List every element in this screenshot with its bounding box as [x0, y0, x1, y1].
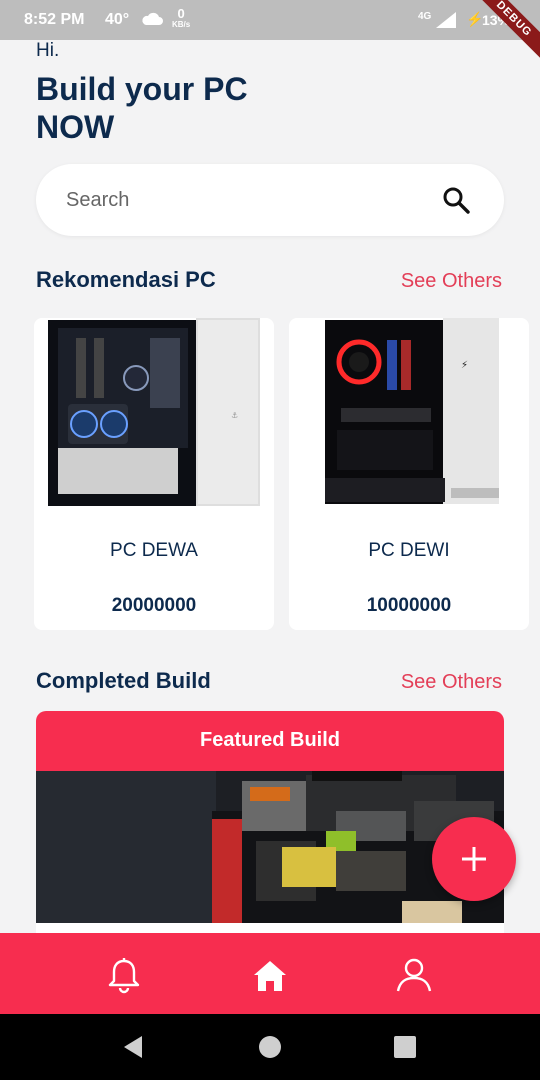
- charging-icon: ⚡: [466, 11, 484, 27]
- bottom-navigation: [0, 933, 540, 1014]
- section-title-completed: Completed Build: [36, 668, 211, 693]
- svg-text:⚡: ⚡: [461, 360, 468, 371]
- status-network: 4G: [418, 11, 432, 22]
- pc-card[interactable]: ⚡ PC DEWI 10000000: [289, 318, 529, 630]
- status-bar: 8:52 PM 40° 0 KB/s 4G ⚡ 13% DEBUG: [0, 0, 540, 68]
- search-icon[interactable]: [442, 186, 470, 214]
- recents-icon[interactable]: [393, 1034, 417, 1060]
- search-bar[interactable]: [36, 164, 504, 236]
- pc-price: 10000000: [366, 595, 452, 616]
- status-net-speed: 0 KB/s: [172, 7, 191, 30]
- cloud-icon: [142, 12, 163, 25]
- net-speed-unit: KB/s: [172, 20, 191, 29]
- featured-build-label: Featured Build: [36, 711, 504, 771]
- pc-card[interactable]: ⚓ PC DEWA 20000000: [34, 318, 274, 630]
- section-title-recommendations: Rekomendasi PC: [36, 267, 216, 292]
- signal-icon: [436, 12, 456, 28]
- pc-name: PC DEWI: [368, 540, 450, 561]
- pc-price: 20000000: [111, 595, 197, 616]
- home-icon[interactable]: [250, 955, 290, 995]
- home-circle-icon[interactable]: [257, 1034, 283, 1060]
- add-build-button[interactable]: [432, 817, 516, 901]
- pc-name: PC DEWA: [110, 540, 198, 561]
- person-icon[interactable]: [394, 955, 434, 995]
- plus-icon: [462, 847, 486, 871]
- svg-text:⚓: ⚓: [231, 411, 238, 420]
- pc-dewa-image: ⚓: [46, 318, 262, 508]
- page-title: Build your PC NOW: [36, 71, 248, 145]
- pc-dewi-image: ⚡: [301, 318, 517, 508]
- system-navigation-bar: [0, 1014, 540, 1080]
- see-others-recommendations-link[interactable]: See Others: [401, 270, 502, 293]
- bell-icon[interactable]: [104, 955, 144, 995]
- featured-build-card[interactable]: Featured Build: [36, 711, 504, 951]
- status-time: 8:52 PM: [24, 11, 85, 28]
- search-input[interactable]: [66, 186, 426, 214]
- back-icon[interactable]: [120, 1034, 146, 1060]
- status-temperature: 40°: [105, 11, 130, 28]
- greeting: Hi.: [36, 40, 60, 61]
- see-others-completed-link[interactable]: See Others: [401, 671, 502, 694]
